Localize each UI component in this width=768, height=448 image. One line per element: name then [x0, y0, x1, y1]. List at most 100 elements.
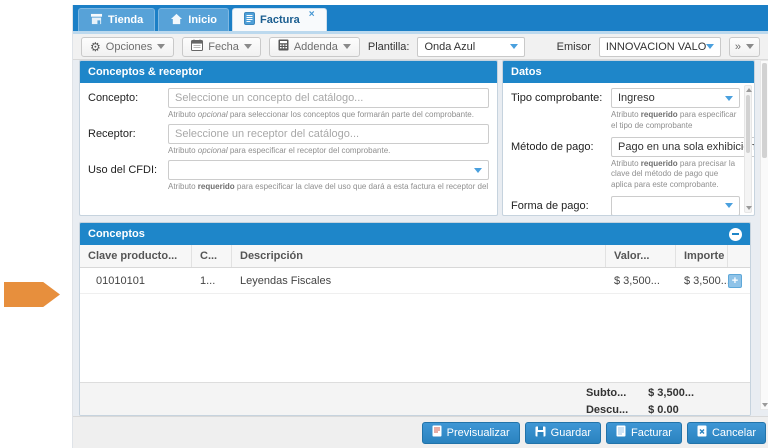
addenda-label: Addenda: [294, 41, 338, 53]
datos-panel: Datos Tipo comprobante: Ingreso Atributo…: [502, 60, 755, 216]
addenda-button[interactable]: Addenda: [269, 37, 360, 57]
scrollbar-thumb[interactable]: [762, 63, 767, 158]
invoice-icon: [616, 425, 626, 440]
col-importe[interactable]: Importe: [676, 245, 728, 267]
cell-importe: $ 3,500...: [676, 275, 728, 287]
tab-tienda[interactable]: Tienda: [78, 8, 155, 31]
receptor-input[interactable]: [168, 124, 489, 144]
page-scrollbar[interactable]: [760, 60, 768, 410]
chevron-down-icon: [510, 44, 518, 49]
totals-footer: Subto... $ 3,500... Descu... $ 0.00: [80, 382, 750, 415]
emisor-label: Emisor: [557, 41, 591, 53]
panel-title: Conceptos & receptor: [80, 61, 497, 83]
forma-pago-select[interactable]: [611, 196, 740, 215]
descuento-value: $ 0.00: [648, 404, 694, 416]
col-cantidad[interactable]: C...: [192, 245, 232, 267]
concepto-input[interactable]: [168, 88, 489, 108]
metodo-pago-value: Pago en una sola exhibición: [618, 141, 754, 153]
overflow-icon: »: [735, 41, 741, 53]
conceptos-grid-panel: Conceptos Clave producto... C... Descrip…: [79, 222, 751, 416]
uso-cfdi-label: Uso del CFDI:: [88, 164, 168, 176]
plantilla-value: Onda Azul: [424, 41, 475, 53]
tab-label: Inicio: [188, 14, 217, 26]
tab-label: Factura: [260, 14, 300, 26]
empty-rows-area: [80, 294, 750, 384]
toolbar: ⚙ Opciones Fecha Addenda Plantilla:: [73, 34, 768, 60]
fecha-button[interactable]: Fecha: [182, 37, 261, 57]
tab-inicio[interactable]: Inicio: [158, 8, 229, 31]
metodo-pago-help: Atributo requerido para precisar la clav…: [611, 159, 740, 191]
conceptos-receptor-panel: Conceptos & receptor Concepto: Atributo …: [79, 60, 498, 216]
forma-pago-label: Forma de pago:: [511, 200, 611, 212]
annotation-arrow: [4, 282, 60, 307]
tipo-comprobante-value: Ingreso: [618, 92, 655, 104]
descuento-label: Descu...: [586, 404, 628, 416]
panel-body: Tipo comprobante: Ingreso Atributo reque…: [503, 83, 754, 215]
calculator-icon: [278, 39, 289, 54]
store-icon: [90, 13, 103, 28]
subtotal-value: $ 3,500...: [648, 387, 694, 399]
chevron-down-icon: [157, 44, 165, 49]
toolbar-overflow-button[interactable]: »: [729, 37, 760, 57]
metodo-pago-select[interactable]: Pago en una sola exhibición: [611, 137, 754, 157]
uso-cfdi-select[interactable]: [168, 160, 489, 180]
panel-title: Conceptos: [88, 228, 145, 240]
document-icon: [244, 12, 255, 28]
chevron-down-icon: [725, 203, 733, 208]
opciones-button[interactable]: ⚙ Opciones: [81, 37, 174, 57]
tipo-comprobante-select[interactable]: Ingreso: [611, 88, 740, 108]
metodo-pago-label: Método de pago:: [511, 141, 611, 153]
app-window: Tienda Inicio Factura × ⚙ Opciones: [72, 5, 768, 448]
panel-body: Concepto: Atributo opcional para selecci…: [80, 83, 497, 215]
table-header: Clave producto... C... Descripción Valor…: [80, 245, 750, 268]
cell-descripcion: Leyendas Fiscales: [232, 275, 606, 287]
datos-scrollbar[interactable]: [744, 85, 752, 213]
col-actions: [728, 245, 750, 267]
scrollbar-thumb[interactable]: [746, 95, 750, 153]
cancel-icon: [697, 425, 707, 440]
home-icon: [170, 13, 183, 28]
plantilla-select[interactable]: Onda Azul: [417, 37, 525, 57]
cell-valor: $ 3,500...: [606, 275, 676, 287]
preview-icon: [432, 425, 442, 440]
fecha-label: Fecha: [208, 41, 239, 53]
tipo-comprobante-label: Tipo comprobante:: [511, 92, 611, 104]
col-valor[interactable]: Valor...: [606, 245, 676, 267]
chevron-down-icon: [725, 96, 733, 101]
previsualizar-button[interactable]: Previsualizar: [422, 422, 520, 444]
screen: Tienda Inicio Factura × ⚙ Opciones: [0, 0, 768, 448]
calendar-icon: [191, 39, 203, 54]
guardar-button[interactable]: Guardar: [525, 422, 601, 444]
col-descripcion[interactable]: Descripción: [232, 245, 606, 267]
col-clave[interactable]: Clave producto...: [80, 245, 192, 267]
uso-cfdi-help: Atributo requerido para especificar la c…: [168, 182, 489, 191]
cancelar-button[interactable]: Cancelar: [687, 422, 766, 444]
table-row[interactable]: 01010101 1... Leyendas Fiscales $ 3,500.…: [80, 268, 750, 294]
receptor-help: Atributo opcional para especificar el re…: [168, 146, 489, 155]
scroll-down-icon[interactable]: [762, 403, 768, 407]
scroll-up-icon[interactable]: [746, 88, 752, 92]
collapse-icon[interactable]: [729, 228, 742, 241]
receptor-label: Receptor:: [88, 128, 168, 140]
subtotal-label: Subto...: [586, 387, 628, 399]
panel-title: Datos: [503, 61, 754, 83]
tab-label: Tienda: [108, 14, 143, 26]
tab-factura[interactable]: Factura ×: [232, 8, 327, 31]
tab-bar: Tienda Inicio Factura ×: [73, 5, 768, 31]
close-icon[interactable]: ×: [309, 10, 315, 20]
facturar-button[interactable]: Facturar: [606, 422, 682, 444]
concepto-label: Concepto:: [88, 92, 168, 104]
emisor-select[interactable]: INNOVACION VALOR: [599, 37, 721, 57]
cell-cantidad: 1...: [192, 275, 232, 287]
chevron-down-icon: [706, 44, 714, 49]
concepto-help: Atributo opcional para seleccionar los c…: [168, 110, 489, 119]
chevron-down-icon: [343, 44, 351, 49]
save-icon: [535, 426, 546, 440]
plantilla-label: Plantilla:: [368, 41, 410, 53]
opciones-label: Opciones: [106, 41, 152, 53]
action-bar: Previsualizar Guardar Facturar Cancelar: [73, 416, 768, 448]
chevron-down-icon: [244, 44, 252, 49]
totals-summary: Subto... $ 3,500... Descu... $ 0.00: [586, 387, 694, 416]
add-row-button[interactable]: +: [728, 274, 742, 288]
scroll-down-icon[interactable]: [746, 206, 752, 210]
